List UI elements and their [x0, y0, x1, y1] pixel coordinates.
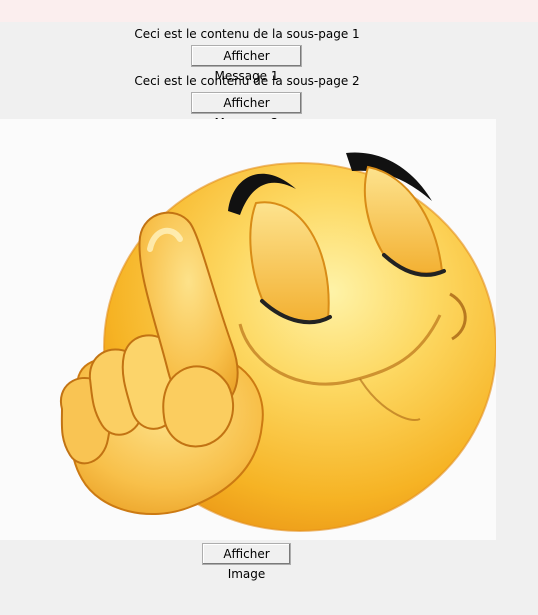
show-message-2-button[interactable]: Afficher Message 2 — [191, 92, 302, 130]
show-image-button[interactable]: Afficher Image — [202, 543, 291, 581]
window-top-strip — [0, 0, 538, 22]
shush-emoji-icon — [59, 152, 496, 532]
show-message-1-button[interactable]: Afficher Message 1 — [191, 45, 302, 83]
image-panel — [0, 119, 496, 540]
subpage-2-text: Ceci est le contenu de la sous-page 2 — [134, 74, 360, 88]
subpage-1-text: Ceci est le contenu de la sous-page 1 — [134, 27, 360, 41]
